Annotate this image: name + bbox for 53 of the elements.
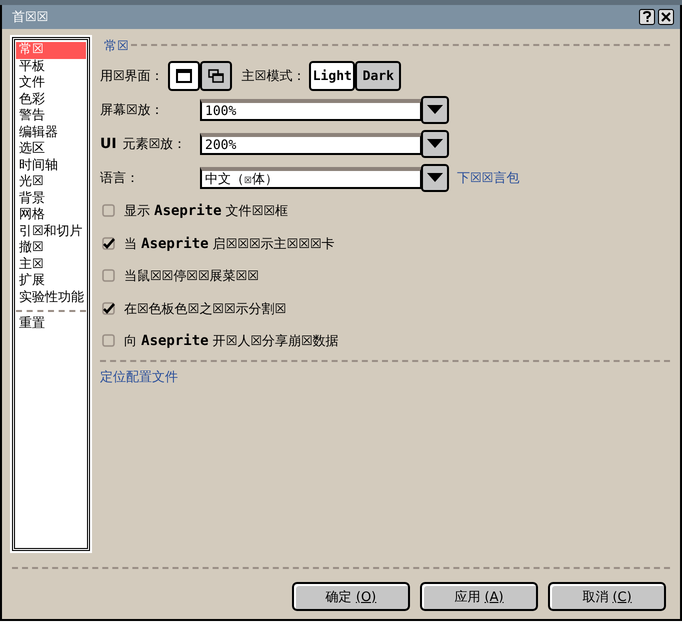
- download-link[interactable]: 下☒☒言包: [457, 169, 520, 187]
- checkbox[interactable]: [102, 236, 116, 251]
- ui-label: UI: [100, 136, 117, 152]
- category-item[interactable]: 光☒: [16, 174, 86, 190]
- category-item[interactable]: 引☒和切片: [16, 224, 86, 240]
- caret-icon[interactable]: [421, 164, 449, 192]
- category-item[interactable]: 文件: [16, 75, 86, 92]
- category-item[interactable]: 扩展: [16, 273, 86, 290]
- window-icon: [176, 69, 192, 83]
- category-item[interactable]: 实验性功能: [16, 290, 86, 306]
- windows-icon: [208, 69, 224, 83]
- checkbox[interactable]: [102, 334, 116, 348]
- category-item[interactable]: 主☒: [16, 256, 86, 273]
- dropdown-field[interactable]: 200%: [200, 133, 422, 155]
- category-item[interactable]: 编辑器: [16, 124, 86, 141]
- checkbox-label: 当 Aseprite 启☒☒☒示主☒☒☒卡: [124, 234, 335, 253]
- category-item[interactable]: 时间轴: [16, 158, 86, 174]
- caret-icon[interactable]: [421, 96, 449, 124]
- dropdown-field[interactable]: 100%: [200, 99, 422, 121]
- checkbox-label: 显示 Aseprite 文件☒☒框: [124, 202, 288, 220]
- checkbox[interactable]: [102, 302, 116, 316]
- theme-mode-label: 主☒模式：: [242, 68, 306, 85]
- locate-config-link[interactable]: 定位配置文件: [100, 368, 178, 386]
- checkbox[interactable]: [102, 269, 116, 284]
- category-item[interactable]: 平板: [16, 58, 86, 75]
- category-item[interactable]: 网格: [16, 207, 86, 224]
- category-item[interactable]: 选区: [16, 141, 86, 158]
- section-title: 常☒: [103, 38, 129, 55]
- theme-mode-button[interactable]: Dark: [355, 61, 402, 91]
- ui-mode-label: 用☒界面：: [100, 68, 164, 85]
- window-title: 首☒☒: [12, 9, 48, 26]
- ui-mode-button[interactable]: [168, 61, 200, 91]
- checkbox-label: 在☒色板色☒之☒☒示分割☒: [124, 300, 286, 318]
- category-item[interactable]: 警告: [16, 108, 86, 124]
- caret-icon[interactable]: [421, 130, 449, 158]
- checkbox-label: 当鼠☒☒停☒☒展菜☒☒: [124, 268, 259, 286]
- reset-item[interactable]: 重置: [16, 316, 86, 332]
- dialog-button[interactable]: 应用 (A): [420, 582, 538, 611]
- theme-mode-button[interactable]: Light: [309, 61, 356, 91]
- dialog-button[interactable]: 确定 (O): [292, 582, 410, 611]
- ui-mode-button[interactable]: [200, 61, 232, 91]
- dropdown-field[interactable]: 中文（☒体）: [200, 167, 422, 189]
- category-item[interactable]: 撤☒: [16, 240, 86, 256]
- category-item[interactable]: 背景: [16, 190, 86, 207]
- checkbox-label: 向 Aseprite 开☒人☒分享崩☒数据: [124, 332, 339, 350]
- close-icon[interactable]: [658, 9, 674, 25]
- checkbox[interactable]: [102, 204, 116, 218]
- help-icon[interactable]: [639, 9, 655, 25]
- dropdown-label: 语言：: [100, 170, 139, 187]
- category-item[interactable]: 色彩: [16, 92, 86, 108]
- dropdown-label: 屏幕☒放：: [100, 102, 164, 119]
- dialog-button[interactable]: 取消 (C): [548, 582, 666, 611]
- dropdown-label: 元素☒放：: [122, 136, 186, 153]
